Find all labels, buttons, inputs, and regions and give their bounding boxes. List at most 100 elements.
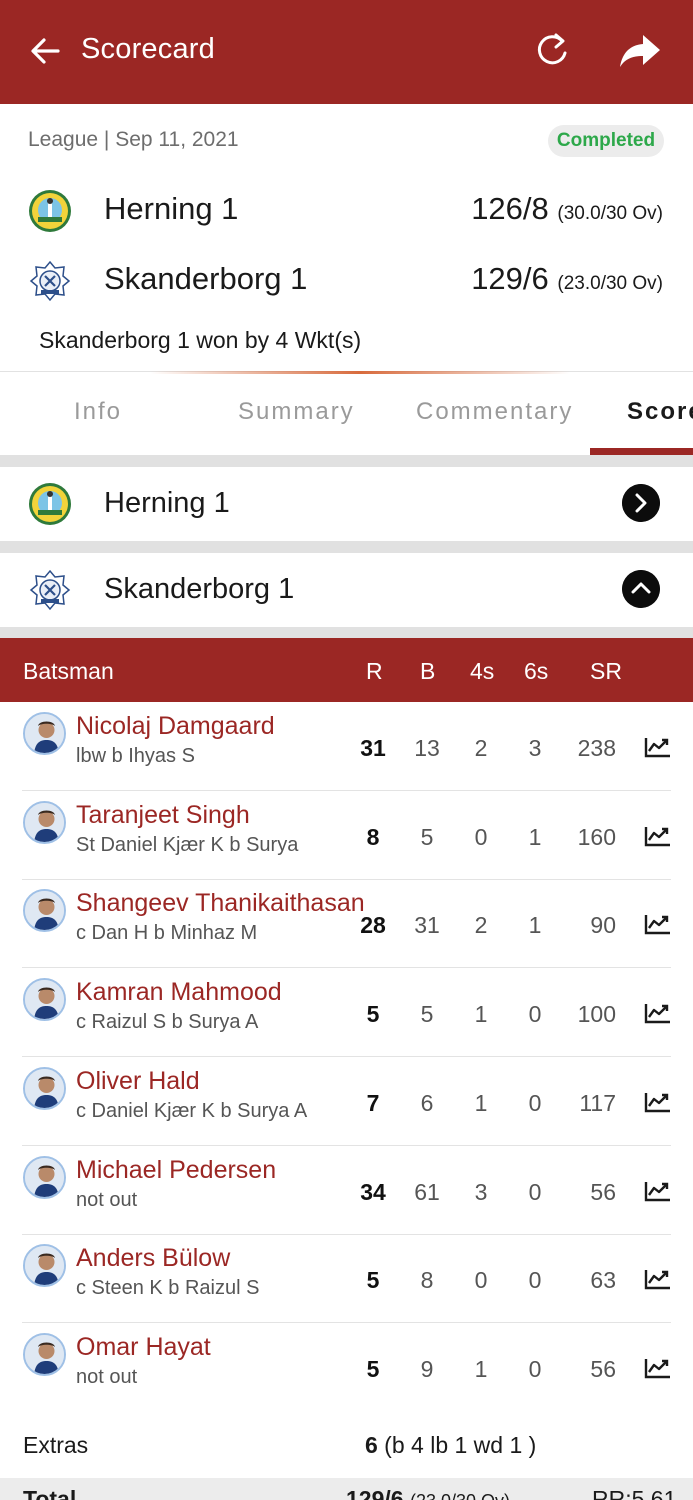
runs-value: 5 bbox=[366, 1001, 380, 1027]
match-meta: League | Sep 11, 2021 bbox=[28, 128, 239, 151]
dismissal-text: St Daniel Kjær K b Surya bbox=[76, 834, 299, 856]
strike-rate-value: 56 bbox=[590, 1179, 616, 1205]
total-overs: (23.0/30 Ov) bbox=[410, 1491, 510, 1500]
extras-row: Extras 6 (b 4 lb 1 wd 1 ) bbox=[0, 1410, 693, 1478]
batsman-row[interactable]: Omar Hayat not out 5 9 1 0 56 bbox=[0, 1323, 693, 1412]
runs-value: 5 bbox=[366, 1356, 380, 1382]
team-overs: (23.0/30 Ov) bbox=[557, 273, 663, 294]
innings-row-herning[interactable]: Herning 1 bbox=[0, 467, 693, 541]
graph-icon[interactable] bbox=[644, 1091, 671, 1113]
match-header: League | Sep 11, 2021 Completed Herning … bbox=[0, 104, 693, 370]
batsman-row[interactable]: Taranjeet Singh St Daniel Kjær K b Surya 8… bbox=[0, 791, 693, 880]
team-name: Skanderborg 1 bbox=[104, 261, 308, 296]
batsman-row[interactable]: Anders Bülow c Steen K b Raizul S 5 8 0 0 63 bbox=[0, 1234, 693, 1323]
fours-value: 1 bbox=[474, 1001, 488, 1027]
graph-icon[interactable] bbox=[644, 1002, 671, 1024]
graph-icon[interactable] bbox=[644, 825, 671, 847]
app-bar: Scorecard bbox=[0, 0, 693, 104]
player-name[interactable]: Omar Hayat bbox=[76, 1333, 211, 1362]
dismissal-text: c Raizul S b Surya A bbox=[76, 1011, 259, 1033]
player-name[interactable]: Nicolaj Damgaard bbox=[76, 712, 275, 741]
player-avatar bbox=[23, 1244, 66, 1287]
col-fours: 4s bbox=[470, 658, 495, 684]
total-label: Total bbox=[23, 1486, 77, 1500]
sixes-value: 3 bbox=[528, 735, 542, 761]
fours-value: 0 bbox=[474, 1267, 488, 1293]
tab-info[interactable]: Info bbox=[74, 398, 122, 426]
section-divider bbox=[0, 455, 693, 467]
innings-team-name: Herning 1 bbox=[104, 487, 230, 519]
section-divider bbox=[0, 541, 693, 553]
balls-value: 9 bbox=[420, 1356, 434, 1382]
runs-value: 5 bbox=[366, 1267, 380, 1293]
back-arrow-icon[interactable] bbox=[28, 34, 62, 68]
extras-label: Extras bbox=[23, 1432, 89, 1458]
tab-commentary[interactable]: Commentary bbox=[416, 398, 573, 426]
player-name[interactable]: Shangeev Thanikaithasan bbox=[76, 889, 365, 918]
player-name[interactable]: Michael Pedersen bbox=[76, 1156, 276, 1185]
page-title: Scorecard bbox=[81, 33, 215, 65]
team-name: Herning 1 bbox=[104, 191, 239, 226]
batsman-row[interactable]: Kamran Mahmood c Raizul S b Surya A 5 5 1 0 10… bbox=[0, 968, 693, 1057]
player-name[interactable]: Taranjeet Singh bbox=[76, 801, 250, 830]
team-runs: 129/6 bbox=[471, 261, 549, 296]
graph-icon[interactable] bbox=[644, 913, 671, 935]
tab-summary[interactable]: Summary bbox=[238, 398, 355, 426]
player-avatar bbox=[23, 801, 66, 844]
extras-total: 6 bbox=[365, 1432, 378, 1458]
runs-value: 8 bbox=[366, 824, 380, 850]
innings-team-name: Skanderborg 1 bbox=[104, 573, 295, 605]
tab-score[interactable]: Score bbox=[627, 398, 693, 426]
balls-value: 6 bbox=[420, 1090, 434, 1116]
tab-bar-accent bbox=[150, 371, 570, 374]
sixes-value: 0 bbox=[528, 1356, 542, 1382]
status-badge: Completed bbox=[548, 125, 664, 157]
batsman-row[interactable]: Shangeev Thanikaithasan c Dan H b Minhaz … bbox=[0, 879, 693, 968]
player-name[interactable]: Kamran Mahmood bbox=[76, 978, 282, 1007]
dismissal-text: c Dan H b Minhaz M bbox=[76, 922, 258, 944]
share-icon[interactable] bbox=[619, 32, 661, 70]
strike-rate-value: 56 bbox=[590, 1356, 616, 1382]
total-score: 129/6 (23.0/30 Ov) bbox=[346, 1486, 510, 1500]
graph-icon[interactable] bbox=[644, 1357, 671, 1379]
team-overs: (30.0/30 Ov) bbox=[557, 203, 663, 224]
batsman-row[interactable]: Oliver Hald c Daniel Kjær K b Surya A 7 6 1 0… bbox=[0, 1057, 693, 1146]
balls-value: 61 bbox=[414, 1179, 440, 1205]
graph-icon[interactable] bbox=[644, 736, 671, 758]
strike-rate-value: 63 bbox=[590, 1267, 616, 1293]
player-avatar bbox=[23, 712, 66, 755]
sixes-value: 1 bbox=[528, 824, 542, 850]
fours-value: 2 bbox=[474, 735, 488, 761]
balls-value: 8 bbox=[420, 1267, 434, 1293]
runs-value: 7 bbox=[366, 1090, 380, 1116]
chevron-up-icon[interactable] bbox=[622, 570, 660, 608]
strike-rate-value: 117 bbox=[579, 1090, 616, 1116]
total-row: Total 129/6 (23.0/30 Ov) RR:5.61 bbox=[0, 1478, 693, 1500]
col-sixes: 6s bbox=[524, 658, 549, 684]
player-name[interactable]: Anders Bülow bbox=[76, 1244, 230, 1273]
sixes-value: 0 bbox=[528, 1090, 542, 1116]
fours-value: 0 bbox=[474, 824, 488, 850]
tab-bar: Info Summary Commentary Score bbox=[0, 371, 693, 455]
graph-icon[interactable] bbox=[644, 1180, 671, 1202]
strike-rate-value: 238 bbox=[577, 735, 616, 761]
innings-row-skanderborg[interactable]: Skanderborg 1 bbox=[0, 553, 693, 627]
batsman-row[interactable]: Michael Pedersen not out 34 61 3 0 56 bbox=[0, 1146, 693, 1235]
player-avatar bbox=[23, 1156, 66, 1199]
balls-value: 13 bbox=[414, 735, 440, 761]
refresh-icon[interactable] bbox=[532, 31, 572, 71]
section-divider bbox=[0, 627, 693, 638]
balls-value: 31 bbox=[414, 912, 440, 938]
chevron-right-icon[interactable] bbox=[622, 484, 660, 522]
match-result: Skanderborg 1 won by 4 Wkt(s) bbox=[39, 327, 362, 353]
skanderborg-logo-icon bbox=[29, 569, 71, 611]
sixes-value: 0 bbox=[528, 1001, 542, 1027]
balls-value: 5 bbox=[420, 1001, 434, 1027]
graph-icon[interactable] bbox=[644, 1268, 671, 1290]
herning-logo-icon bbox=[29, 190, 71, 232]
batsman-row[interactable]: Nicolaj Damgaard lbw b Ihyas S 31 13 2 3 238 bbox=[0, 702, 693, 791]
player-name[interactable]: Oliver Hald bbox=[76, 1067, 200, 1096]
dismissal-text: not out bbox=[76, 1366, 138, 1388]
dismissal-text: c Daniel Kjær K b Surya A bbox=[76, 1100, 308, 1122]
strike-rate-value: 160 bbox=[577, 824, 616, 850]
